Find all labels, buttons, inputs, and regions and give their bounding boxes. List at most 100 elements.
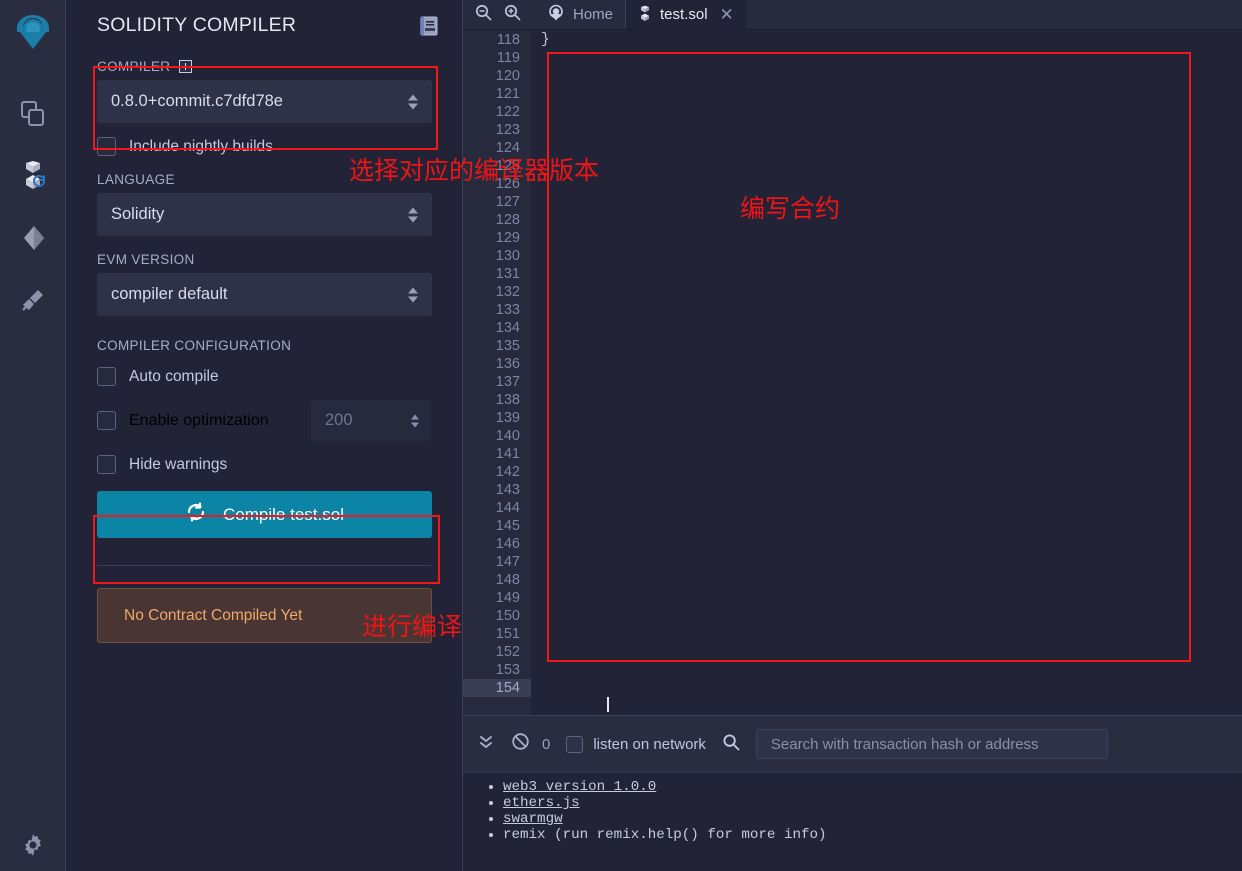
compiler-configuration-label: COMPILER CONFIGURATION [97,338,292,353]
line-number: 135 [495,338,520,354]
ban-icon[interactable] [511,732,530,756]
line-number: 118 [496,32,520,48]
article-icon[interactable] [418,15,440,37]
code-line[interactable] [531,499,1242,517]
stepper-icon[interactable] [411,414,419,427]
file-explorers-icon[interactable] [11,92,55,136]
code-line[interactable] [531,535,1242,553]
code-line[interactable] [531,319,1242,337]
code-line[interactable] [531,391,1242,409]
search-icon[interactable] [722,733,740,756]
compiler-version-select[interactable]: 0.8.0+commit.c7dfd78e [97,80,432,123]
language-select[interactable]: Solidity [97,193,432,236]
code-line[interactable] [531,643,1242,661]
line-number: 152 [495,644,520,660]
code-line[interactable] [531,49,1242,67]
line-number: 129 [495,230,520,246]
code-line[interactable] [531,571,1242,589]
chevrons-down-icon[interactable] [477,733,495,756]
plus-square-icon[interactable] [179,60,193,73]
code-line[interactable] [531,427,1242,445]
code-line[interactable] [531,229,1242,247]
code-line[interactable] [531,157,1242,175]
code-line[interactable] [531,139,1242,157]
code-line[interactable] [531,553,1242,571]
zoom-out-icon[interactable] [475,4,492,26]
main-area: Home test.sol ✕ 118 119 120 121 122 123 … [463,0,1242,871]
solidity-compiler-icon[interactable] [11,154,55,198]
include-nightly-builds-checkbox[interactable] [97,137,116,156]
code-editor[interactable]: 118 119 120 121 122 123 124 125 126 127 128 129 130 1… [463,30,1242,715]
auto-compile-checkbox[interactable] [97,367,116,386]
left-icon-bar [0,0,66,871]
code-line[interactable] [531,607,1242,625]
enable-optimization-checkbox[interactable] [97,411,116,430]
code-line[interactable] [531,517,1242,535]
code-line[interactable] [531,67,1242,85]
code-line[interactable] [531,589,1242,607]
enable-optimization-row[interactable]: Enable optimization 200 [97,400,431,441]
plugin-manager-icon[interactable] [11,278,55,322]
code-line[interactable] [531,463,1242,481]
remix-ide-window: SOLIDITY COMPILER COMPILER 0.8.0+commit.… [0,0,1242,871]
code-line[interactable] [531,355,1242,373]
zoom-in-icon[interactable] [504,4,521,26]
code-line[interactable] [531,283,1242,301]
close-icon[interactable]: ✕ [720,6,734,23]
list-item-label: web3 version 1.0.0 [503,779,657,795]
auto-compile-row[interactable]: Auto compile [97,367,431,386]
zoom-controls [463,0,535,29]
line-number: 131 [495,266,520,282]
code-line[interactable] [531,265,1242,283]
remix-logo-icon[interactable] [9,8,57,56]
code-line[interactable] [531,211,1242,229]
code-line[interactable] [531,445,1242,463]
line-number: 122 [495,104,520,120]
line-number: 141 [495,446,520,462]
list-item[interactable]: swarmgw [503,811,1242,827]
code-line[interactable] [531,121,1242,139]
code-content[interactable]: } [531,30,1242,715]
line-number: 148 [495,572,520,588]
terminal-toolbar: 0 listen on network Search with transact… [463,716,1242,773]
language-value: Solidity [111,205,165,223]
line-number: 149 [495,590,520,606]
code-line[interactable] [531,175,1242,193]
code-line[interactable] [531,661,1242,679]
code-line[interactable] [531,85,1242,103]
code-line[interactable] [531,373,1242,391]
optimization-runs-input[interactable]: 200 [311,400,431,441]
code-line[interactable]: } [531,31,1242,49]
list-item[interactable]: ethers.js [503,795,1242,811]
evm-version-select[interactable]: compiler default [97,273,432,316]
hide-warnings-checkbox[interactable] [97,455,116,474]
line-number: 138 [495,392,520,408]
code-line[interactable] [531,481,1242,499]
code-line[interactable] [531,247,1242,265]
list-item[interactable]: web3 version 1.0.0 [503,779,1242,795]
compile-button[interactable]: Compile test.sol [97,491,432,538]
panel-divider [97,565,431,566]
line-number: 142 [495,464,520,480]
settings-gear-icon[interactable] [13,825,53,865]
line-number: 147 [495,554,520,570]
code-line[interactable] [531,193,1242,211]
optimization-runs-value: 200 [325,411,353,429]
code-line[interactable] [531,679,1242,697]
line-number: 125 [495,158,520,174]
hide-warnings-row[interactable]: Hide warnings [97,455,431,474]
tab-home[interactable]: Home [535,0,625,29]
code-line[interactable] [531,625,1242,643]
include-nightly-builds-row[interactable]: Include nightly builds [97,137,431,156]
line-number: 127 [495,194,520,210]
code-line[interactable] [531,337,1242,355]
list-item-label: remix (run remix.help() for more info) [503,827,827,843]
search-input[interactable]: Search with transaction hash or address [755,729,1108,759]
code-line[interactable] [531,409,1242,427]
deploy-run-icon[interactable] [11,216,55,260]
solidity-file-icon [638,5,652,25]
code-line[interactable] [531,301,1242,319]
tab-test-sol[interactable]: test.sol ✕ [626,0,746,29]
code-line[interactable] [531,103,1242,121]
listen-on-network-checkbox[interactable] [566,735,584,753]
